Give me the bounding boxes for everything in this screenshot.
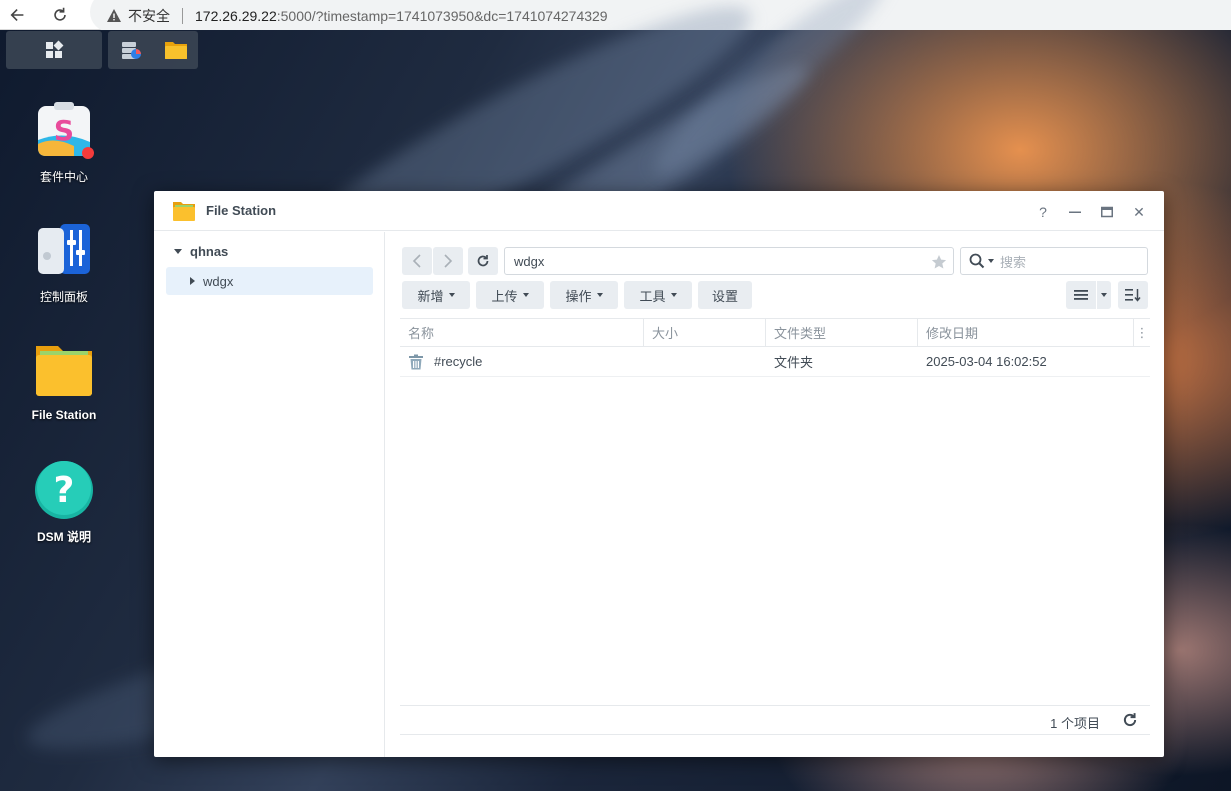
column-menu-icon[interactable]: ⋮ — [1134, 325, 1150, 341]
upload-button[interactable]: 上传 — [476, 281, 544, 309]
desktop-icon-control-panel[interactable]: 控制面板 — [9, 220, 119, 305]
upload-button-label: 上传 — [491, 288, 518, 304]
sort-icon — [1125, 289, 1141, 302]
refresh-icon[interactable] — [1122, 712, 1138, 728]
action-button[interactable]: 操作 — [550, 281, 618, 309]
trash-icon — [409, 354, 423, 369]
tree-item-label: wdgx — [203, 273, 234, 289]
file-station-window: File Station ? ✕ qhnas wdgx wdgx 搜索 新增 上… — [154, 191, 1164, 757]
control-panel-icon — [34, 220, 94, 280]
chevron-left-icon — [412, 254, 421, 268]
chevron-down-icon[interactable] — [174, 249, 182, 254]
list-icon — [1074, 290, 1088, 300]
url-host: 172.26.29.22 — [195, 8, 277, 24]
list-view-button[interactable] — [1066, 281, 1096, 309]
table-row[interactable]: #recycle 文件夹 2025-03-04 16:02:52 — [400, 347, 1150, 377]
item-count: 1 个项目 — [1050, 716, 1100, 731]
chevron-right-icon[interactable] — [190, 277, 195, 285]
settings-button[interactable]: 设置 — [698, 281, 752, 309]
url-text: 172.26.29.22:5000/?timestamp=1741073950&… — [195, 8, 608, 24]
url-rest: :5000/?timestamp=1741073950&dc=174107427… — [276, 8, 608, 24]
refresh-icon — [477, 255, 489, 267]
column-header-name[interactable]: 名称 — [400, 319, 644, 346]
desktop-icon-package-center[interactable]: S 套件中心 — [9, 100, 119, 185]
chevron-down-icon — [1101, 293, 1107, 297]
file-list-panel: wdgx 搜索 新增 上传 操作 工具 设置 名称 大小 文件类型 修改日期 ⋮ — [386, 232, 1164, 757]
browser-toolbar: 不安全 172.26.29.22:5000/?timestamp=1741073… — [0, 0, 1231, 32]
desktop-icon-label: 控制面板 — [39, 290, 88, 304]
back-button[interactable] — [402, 247, 432, 275]
desktop-icon-label: 套件中心 — [39, 170, 88, 184]
column-header-size[interactable]: 大小 — [644, 319, 766, 346]
folder-icon — [34, 340, 94, 400]
security-label: 不安全 — [128, 8, 170, 24]
cell-size — [644, 347, 766, 376]
column-header-type[interactable]: 文件类型 — [766, 319, 918, 346]
chevron-down-icon — [522, 293, 529, 297]
maximize-icon[interactable] — [1096, 201, 1118, 223]
tree-root-qhnas[interactable]: qhnas — [174, 244, 228, 259]
search-placeholder: 搜索 — [1000, 254, 1027, 270]
action-button-label: 操作 — [565, 288, 592, 304]
tools-button[interactable]: 工具 — [624, 281, 692, 309]
cell-modified: 2025-03-04 16:02:52 — [926, 354, 1047, 369]
taskbar-apps — [108, 31, 198, 69]
forward-button[interactable] — [433, 247, 463, 275]
window-title: File Station — [206, 203, 277, 218]
window-controls: ? ✕ — [1032, 201, 1150, 223]
path-text: wdgx — [514, 253, 545, 269]
package-center-icon: S — [34, 100, 94, 160]
path-field[interactable]: wdgx — [504, 247, 954, 275]
chevron-down-icon[interactable] — [988, 259, 994, 263]
arrow-left-icon[interactable] — [6, 3, 30, 27]
new-button-label: 新增 — [417, 288, 444, 304]
settings-button-label: 设置 — [711, 288, 738, 304]
cell-type: 文件夹 — [774, 355, 814, 370]
desktop-icon-file-station[interactable]: File Station — [9, 340, 119, 422]
svg-text:S: S — [54, 114, 74, 147]
file-name: #recycle — [434, 354, 483, 369]
folder-icon[interactable] — [164, 38, 188, 62]
reload-icon[interactable] — [48, 3, 72, 27]
desktop-icon-dsm-help[interactable]: ? DSM 说明 — [9, 460, 119, 545]
storage-manager-icon[interactable] — [119, 38, 143, 62]
minimize-icon[interactable] — [1064, 201, 1086, 223]
refresh-button[interactable] — [468, 247, 498, 275]
tree-root-label: qhnas — [190, 244, 229, 259]
close-icon[interactable]: ✕ — [1128, 201, 1150, 223]
folder-icon — [173, 201, 195, 221]
svg-text:?: ? — [54, 470, 75, 511]
main-menu-icon[interactable] — [42, 38, 66, 62]
tree-item-wdgx[interactable]: wdgx — [166, 267, 373, 295]
warning-icon — [107, 9, 121, 22]
cell-name: #recycle — [400, 347, 644, 376]
search-field[interactable]: 搜索 — [960, 247, 1148, 275]
chevron-down-icon — [596, 293, 603, 297]
search-icon — [969, 253, 985, 269]
desktop-icon-label: File Station — [31, 408, 97, 422]
folder-tree: qhnas wdgx — [154, 232, 385, 757]
taskbar-main-menu[interactable] — [6, 31, 102, 69]
divider — [182, 8, 183, 24]
status-bar: 1 个项目 — [400, 705, 1150, 735]
star-icon[interactable] — [931, 254, 947, 270]
sort-button[interactable] — [1118, 281, 1148, 309]
table-header: 名称 大小 文件类型 修改日期 ⋮ — [400, 318, 1150, 347]
help-icon[interactable]: ? — [1032, 201, 1054, 223]
view-dropdown-button[interactable] — [1097, 281, 1111, 309]
desktop-icon-label: DSM 说明 — [36, 530, 91, 544]
chevron-down-icon — [670, 293, 677, 297]
window-titlebar[interactable]: File Station — [154, 191, 1164, 231]
new-button[interactable]: 新增 — [402, 281, 470, 309]
chevron-right-icon — [444, 254, 453, 268]
help-icon: ? — [34, 460, 94, 520]
column-header-modified[interactable]: 修改日期 — [918, 319, 1134, 346]
chevron-down-icon — [448, 293, 455, 297]
tools-button-label: 工具 — [639, 288, 666, 304]
